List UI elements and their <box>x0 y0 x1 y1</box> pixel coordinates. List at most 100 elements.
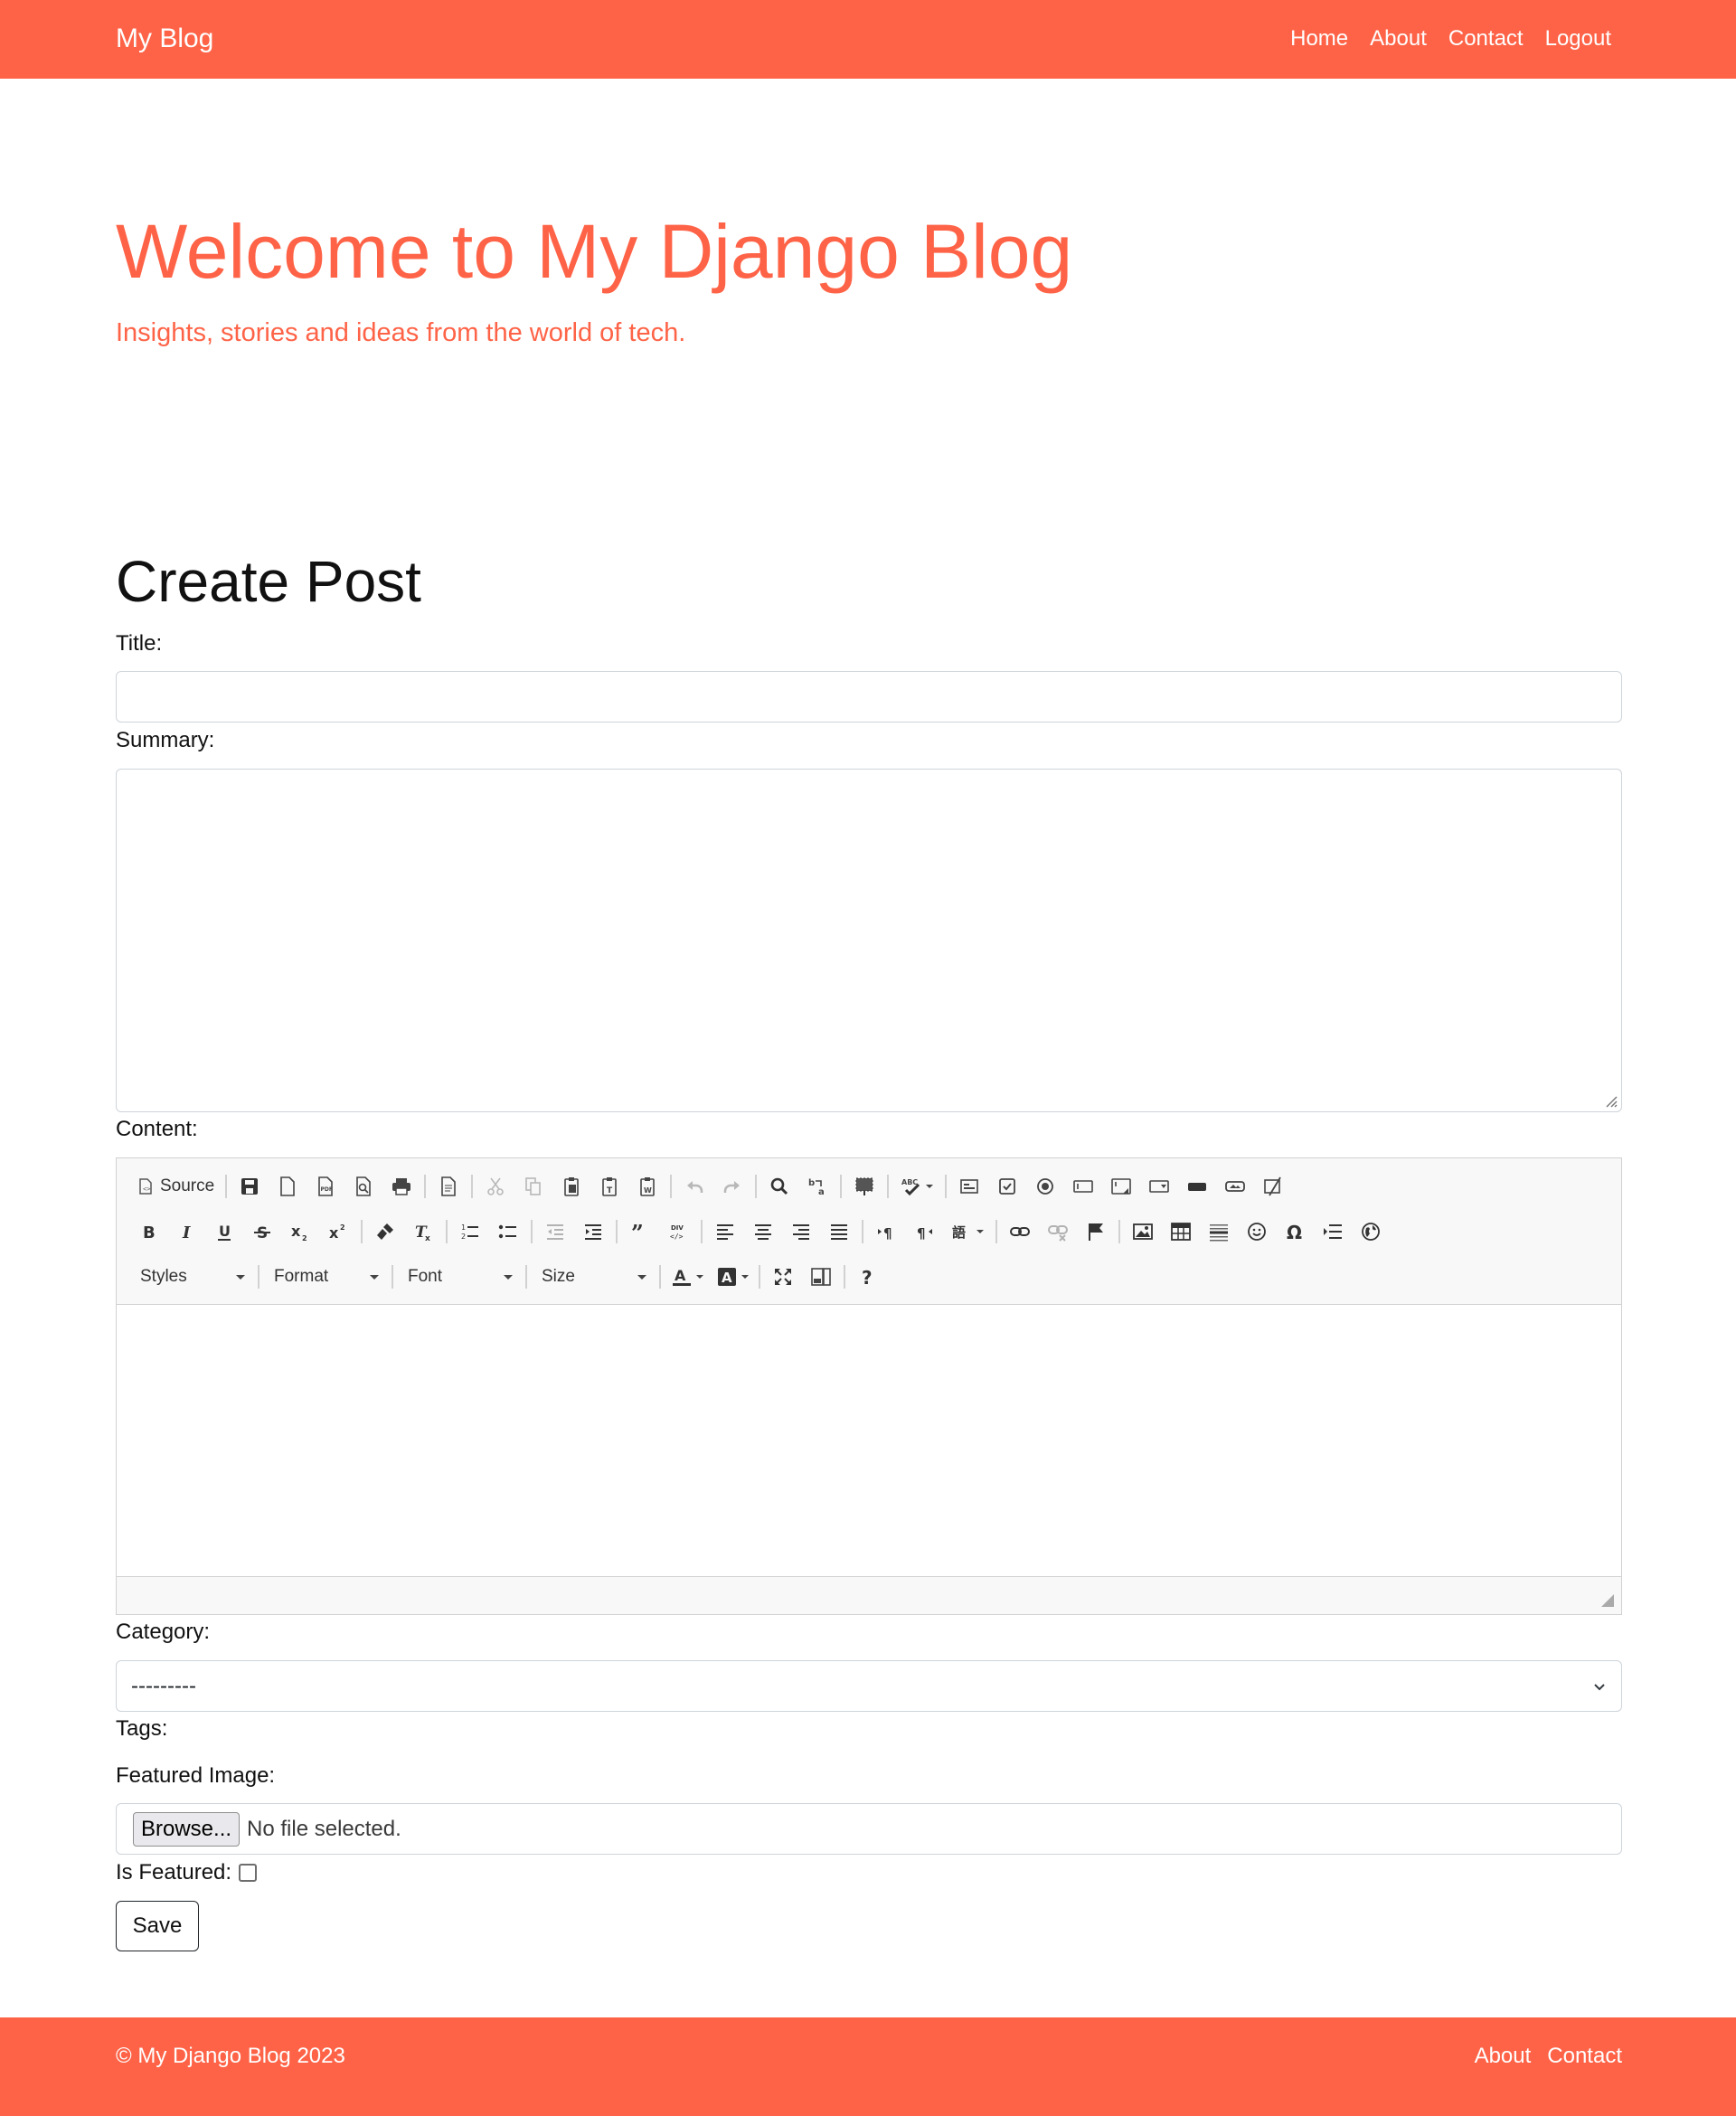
page-break-button[interactable] <box>1314 1214 1352 1249</box>
toolbar-separator <box>361 1220 363 1243</box>
copy-format-button[interactable] <box>366 1214 404 1249</box>
indent-button[interactable] <box>574 1214 612 1249</box>
paste-text-button[interactable]: T <box>590 1169 628 1204</box>
paste-button[interactable] <box>552 1169 590 1204</box>
is-featured-checkbox[interactable] <box>239 1864 258 1882</box>
spellcheck-button[interactable]: ABC <box>892 1169 941 1204</box>
browse-button[interactable]: Browse... <box>133 1811 241 1847</box>
ltr-button[interactable]: ¶ <box>867 1214 905 1249</box>
toolbar-separator <box>701 1220 703 1243</box>
brand-link[interactable]: My Blog <box>116 22 213 56</box>
align-left-button[interactable] <box>706 1214 744 1249</box>
source-button[interactable]: <> Source <box>129 1169 222 1204</box>
nav-link-logout[interactable]: Logout <box>1545 24 1611 54</box>
summary-textarea[interactable] <box>116 769 1622 1112</box>
hero-subtitle: Insights, stories and ideas from the wor… <box>116 318 686 347</box>
italic-button[interactable]: I <box>167 1214 205 1249</box>
select-field-button[interactable] <box>1140 1169 1178 1204</box>
align-center-button[interactable] <box>744 1214 782 1249</box>
templates-icon <box>441 1176 457 1196</box>
unlink-button[interactable] <box>1039 1214 1077 1249</box>
nav-link-about[interactable]: About <box>1370 24 1427 54</box>
nav-link-home[interactable]: Home <box>1290 24 1348 54</box>
format-combo[interactable]: Format <box>263 1261 388 1292</box>
new-page-button[interactable] <box>269 1169 307 1204</box>
undo-button[interactable] <box>675 1169 713 1204</box>
featured-image-input[interactable]: Browse... No file selected. <box>116 1803 1622 1855</box>
language-button[interactable]: 語 <box>943 1214 992 1249</box>
footer-link-about[interactable]: About <box>1475 2043 1532 2070</box>
underline-button[interactable]: U <box>205 1214 243 1249</box>
nav-link-contact[interactable]: Contact <box>1448 24 1524 54</box>
toolbar-separator <box>446 1220 448 1243</box>
paste-word-button[interactable]: W <box>628 1169 666 1204</box>
redo-button[interactable] <box>713 1169 751 1204</box>
styles-combo-label: Styles <box>140 1267 187 1286</box>
bulleted-list-button[interactable] <box>489 1214 527 1249</box>
anchor-button[interactable] <box>1077 1214 1115 1249</box>
textarea-icon <box>1111 1178 1132 1195</box>
chevron-down-icon <box>637 1274 646 1280</box>
textarea-button[interactable] <box>1102 1169 1140 1204</box>
image-button[interactable] <box>1124 1214 1162 1249</box>
bold-button[interactable]: B <box>129 1214 167 1249</box>
preview-button[interactable] <box>344 1169 382 1204</box>
link-button[interactable] <box>1001 1214 1039 1249</box>
templates-button[interactable] <box>429 1169 467 1204</box>
maximize-button[interactable] <box>764 1260 802 1294</box>
font-combo[interactable]: Font <box>397 1261 522 1292</box>
footer-link-contact[interactable]: Contact <box>1547 2043 1622 2070</box>
smiley-button[interactable] <box>1238 1214 1276 1249</box>
category-select[interactable]: --------- <box>116 1660 1622 1712</box>
blockquote-button[interactable]: ” <box>621 1214 659 1249</box>
toolbar-row-1: <> Source PDF T W ba ABC <box>129 1168 1292 1204</box>
editor-resize-icon[interactable] <box>1601 1594 1614 1607</box>
div-container-button[interactable]: DIV </> <box>659 1214 697 1249</box>
toolbar-separator <box>225 1175 228 1198</box>
export-pdf-button[interactable]: PDF <box>307 1169 344 1204</box>
form-button[interactable] <box>950 1169 988 1204</box>
radio-button[interactable] <box>1026 1169 1064 1204</box>
resize-grip-icon[interactable] <box>1603 1093 1618 1108</box>
size-combo[interactable]: Size <box>531 1261 656 1292</box>
checkbox-button[interactable] <box>988 1169 1026 1204</box>
button-field-button[interactable] <box>1178 1169 1216 1204</box>
select-all-button[interactable] <box>845 1169 883 1204</box>
text-color-button[interactable]: A <box>665 1260 710 1294</box>
align-left-icon <box>717 1224 733 1240</box>
align-right-button[interactable] <box>782 1214 820 1249</box>
save-doc-button[interactable] <box>231 1169 269 1204</box>
remove-format-button[interactable]: Tx <box>404 1214 442 1249</box>
form-icon <box>960 1179 979 1194</box>
title-input[interactable] <box>116 671 1622 723</box>
strike-button[interactable]: S <box>243 1214 281 1249</box>
horizontal-rule-button[interactable] <box>1200 1214 1238 1249</box>
print-button[interactable] <box>382 1169 420 1204</box>
help-button[interactable]: ? <box>849 1260 887 1294</box>
background-color-button[interactable]: A <box>710 1260 755 1294</box>
cut-button[interactable] <box>476 1169 514 1204</box>
editor-content-area[interactable] <box>117 1305 1621 1576</box>
superscript-button[interactable]: x2 <box>319 1214 357 1249</box>
replace-button[interactable]: ba <box>798 1169 836 1204</box>
justify-button[interactable] <box>820 1214 858 1249</box>
svg-text:DIV: DIV <box>671 1224 684 1232</box>
save-button[interactable]: Save <box>116 1901 199 1951</box>
outdent-button[interactable] <box>536 1214 574 1249</box>
special-char-button[interactable]: Ω <box>1276 1214 1314 1249</box>
toolbar-separator <box>616 1220 618 1243</box>
subscript-button[interactable]: x2 <box>281 1214 319 1249</box>
show-blocks-button[interactable] <box>802 1260 840 1294</box>
find-button[interactable] <box>760 1169 798 1204</box>
textfield-button[interactable] <box>1064 1169 1102 1204</box>
styles-combo[interactable]: Styles <box>129 1261 254 1292</box>
flag-icon <box>1089 1223 1103 1241</box>
table-button[interactable] <box>1162 1214 1200 1249</box>
image-button-field-button[interactable] <box>1216 1169 1254 1204</box>
hidden-field-button[interactable] <box>1254 1169 1292 1204</box>
copy-button[interactable] <box>514 1169 552 1204</box>
bold-icon: B <box>143 1223 156 1242</box>
rtl-button[interactable]: ¶ <box>905 1214 943 1249</box>
numbered-list-button[interactable]: 12 <box>451 1214 489 1249</box>
iframe-button[interactable] <box>1352 1214 1390 1249</box>
